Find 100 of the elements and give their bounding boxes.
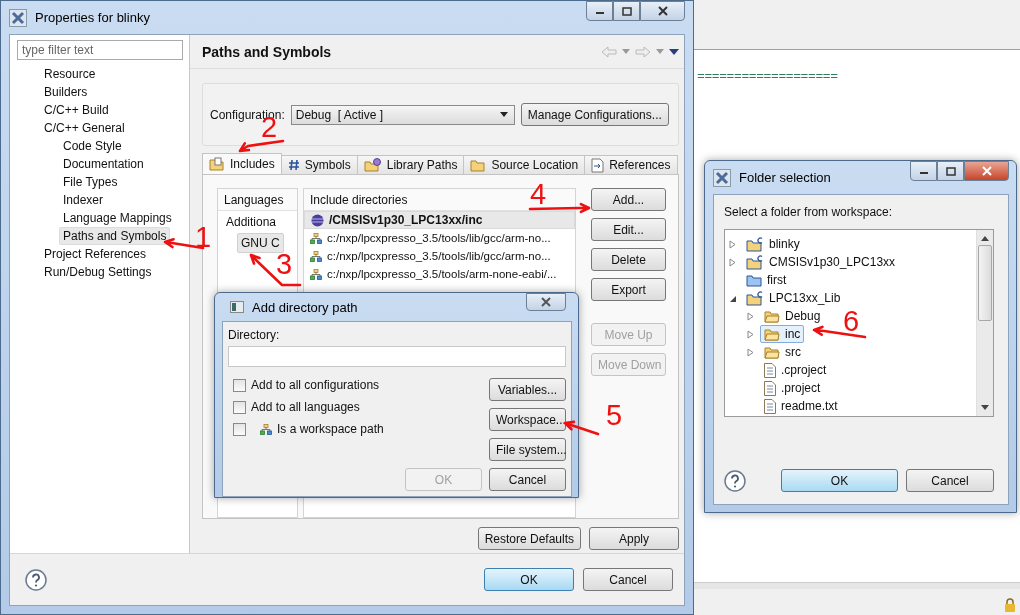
library-icon <box>363 158 382 172</box>
tab[interactable]: Symbols <box>280 155 358 174</box>
file-icon <box>764 380 776 396</box>
tree-item[interactable]: src <box>760 343 805 361</box>
tree-row[interactable]: inc <box>725 325 805 343</box>
directory-row[interactable]: c:/nxp/lpcxpresso_3.5/tools/lib/gcc/arm-no... <box>304 229 575 247</box>
nav-item[interactable]: Builders <box>40 83 92 101</box>
language-item[interactable]: GNU C <box>237 233 284 253</box>
nav-item[interactable]: Paths and Symbols <box>59 227 171 245</box>
tab[interactable]: Includes <box>202 153 282 174</box>
dialog-button[interactable]: Workspace... <box>489 408 566 431</box>
restore-defaults-button[interactable]: Restore Defaults <box>477 527 581 550</box>
scrollbar-thumb[interactable] <box>978 245 992 321</box>
maximize-icon <box>621 6 632 16</box>
directory-row[interactable]: /CMSISv1p30_LPC13xx/inc <box>304 211 575 229</box>
tab[interactable]: References <box>584 155 678 174</box>
column-header: Languages <box>218 189 297 211</box>
file-icon <box>764 362 776 378</box>
nav-item[interactable]: C/C++ General <box>40 119 129 137</box>
side-button[interactable]: Export <box>591 278 666 301</box>
folder-icon <box>764 345 780 359</box>
nav-item[interactable]: Resource <box>40 65 100 83</box>
maximize-button[interactable] <box>937 161 964 181</box>
scroll-down-icon[interactable] <box>981 405 989 410</box>
nav-item[interactable]: Documentation <box>59 155 148 173</box>
cancel-button[interactable]: Cancel <box>583 568 673 591</box>
tree-row[interactable]: .project <box>725 379 825 397</box>
close-icon <box>657 6 668 16</box>
option-label: Add to all languages <box>251 400 360 414</box>
annotation-number: 4 <box>530 178 547 210</box>
folder-icon <box>764 309 780 323</box>
tree-item[interactable]: inc <box>760 325 805 343</box>
language-item[interactable]: Additiona <box>222 212 294 232</box>
tree-item[interactable]: .cproject <box>760 361 831 379</box>
annotation-number: 1 <box>195 221 212 253</box>
close-button[interactable] <box>964 161 1009 181</box>
folder-icon <box>746 273 762 287</box>
nav-item[interactable]: Run/Debug Settings <box>40 263 156 281</box>
manage-configurations-button[interactable]: Manage Configurations... <box>520 103 669 126</box>
scroll-up-icon[interactable] <box>981 236 989 241</box>
tab[interactable]: Library Paths <box>356 155 465 174</box>
scrollbar[interactable] <box>976 230 993 416</box>
app-icon <box>230 301 244 313</box>
directory-field[interactable] <box>228 346 566 367</box>
tree-row[interactable]: first <box>725 271 791 289</box>
maximize-icon <box>945 166 956 176</box>
checkbox[interactable] <box>233 400 246 414</box>
close-button[interactable] <box>640 1 685 21</box>
help-icon[interactable] <box>724 469 746 492</box>
minimize-button[interactable] <box>586 1 613 21</box>
filter-field[interactable]: type filter text <box>17 40 183 60</box>
tab[interactable]: Source Location <box>463 155 586 174</box>
tree-item[interactable]: .project <box>760 379 825 397</box>
nav-item[interactable]: Language Mappings <box>59 209 176 227</box>
tree-row[interactable]: blinky <box>725 235 804 253</box>
nav-item[interactable]: C/C++ Build <box>40 101 113 119</box>
maximize-button[interactable] <box>613 1 640 21</box>
checkbox[interactable] <box>233 422 246 436</box>
file-icon <box>764 398 776 414</box>
configuration-dropdown[interactable]: Debug [ Active ] <box>290 104 515 125</box>
apply-button[interactable]: Apply <box>589 527 679 550</box>
cancel-button[interactable]: Cancel <box>906 469 994 492</box>
tree-item[interactable]: first <box>742 271 791 289</box>
directory-row[interactable]: c:/nxp/lpcxpresso_3.5/tools/lib/gcc/arm-no... <box>304 247 575 265</box>
tree-item[interactable]: Debug <box>760 307 825 325</box>
close-icon <box>541 297 551 307</box>
annotation-arrow <box>249 253 302 287</box>
nav-item[interactable]: Indexer <box>59 191 108 209</box>
close-button[interactable] <box>526 293 566 311</box>
help-icon[interactable] <box>25 568 47 591</box>
nav-item[interactable]: Project References <box>40 245 151 263</box>
close-icon <box>981 166 992 176</box>
tree-item[interactable]: blinky <box>742 235 804 253</box>
project-folder-icon <box>746 290 764 306</box>
cancel-button[interactable]: Cancel <box>489 468 566 491</box>
minimize-button[interactable] <box>910 161 937 181</box>
nav-item[interactable]: File Types <box>59 173 122 191</box>
ok-button[interactable]: OK <box>484 568 574 591</box>
folder-icon <box>764 327 780 341</box>
tree-row[interactable]: Debug <box>725 307 825 325</box>
menu-icon[interactable] <box>669 48 679 55</box>
app-icon <box>713 168 731 187</box>
side-button[interactable]: Edit... <box>591 218 666 241</box>
directory-row[interactable]: c:/nxp/lpcxpresso_3.5/tools/arm-none-eabi/... <box>304 265 575 283</box>
dialog-title: Folder selection <box>739 170 831 185</box>
nav-item[interactable]: Code Style <box>59 137 126 155</box>
dialog-title: Add directory path <box>252 299 358 315</box>
page-title: Paths and Symbols <box>202 43 332 60</box>
dialog-button[interactable]: File system... <box>489 438 566 461</box>
annotation-number: 6 <box>843 305 860 337</box>
tree-item[interactable]: readme.txt <box>760 397 842 415</box>
tree-row[interactable]: .cproject <box>725 361 831 379</box>
checkbox[interactable] <box>233 378 246 392</box>
side-button[interactable]: Add... <box>591 188 666 211</box>
tree-row[interactable]: src <box>725 343 805 361</box>
side-button[interactable]: Delete <box>591 248 666 271</box>
ok-button[interactable]: OK <box>781 469 898 492</box>
tree-row[interactable]: readme.txt <box>725 397 842 415</box>
project-folder-icon <box>746 254 764 270</box>
dialog-button[interactable]: Variables... <box>489 378 566 401</box>
